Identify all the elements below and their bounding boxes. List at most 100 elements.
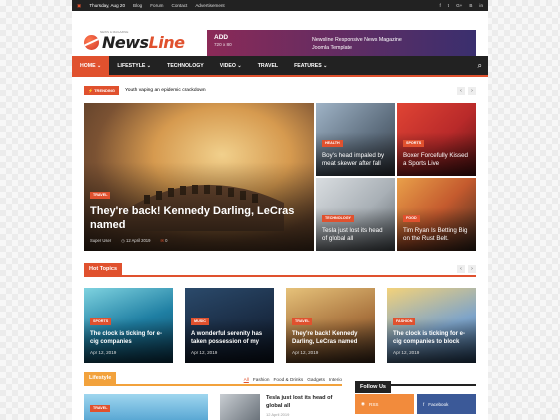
trending-headline[interactable]: Youth vaping an epidemic crackdown bbox=[125, 88, 206, 93]
follow-us-title: Follow Us bbox=[355, 381, 391, 393]
flash-icon: ⚡ bbox=[88, 88, 93, 93]
card-title[interactable]: The clock is ticking for e-cig companies… bbox=[393, 330, 470, 346]
category-badge[interactable]: SPORTS bbox=[90, 317, 112, 325]
category-badge[interactable]: TRAVEL bbox=[292, 317, 313, 325]
nav-travel[interactable]: TRAVEL bbox=[250, 56, 286, 75]
side-article-title[interactable]: Tesla just lost its head of global all bbox=[266, 394, 342, 410]
globe-icon bbox=[84, 35, 99, 50]
hot-topic-card[interactable]: SPORTS The clock is ticking for e-cig com… bbox=[84, 288, 173, 363]
topbar-link-contact[interactable]: Contact bbox=[172, 3, 188, 8]
side-article-date: 12 April 2019 bbox=[266, 412, 290, 417]
ad-text-1: Newsline Responsive News Magazine bbox=[312, 37, 402, 43]
category-badge[interactable]: TECHNOLOGY bbox=[322, 214, 355, 222]
tile-title[interactable]: Tesla just lost its head of global all bbox=[322, 227, 389, 243]
ad-text-2: Joomla Template bbox=[312, 45, 352, 51]
linkedin-icon[interactable]: in bbox=[479, 3, 483, 8]
topbar-link-forum[interactable]: Forum bbox=[150, 3, 163, 8]
follow-us-header: Follow Us bbox=[355, 375, 476, 393]
tile-title[interactable]: Tim Ryan Is Betting Big on the Rust Belt… bbox=[403, 227, 470, 243]
lifestyle-main-tile[interactable]: TRAVEL bbox=[84, 394, 208, 420]
current-date: Thursday, Aug 20 bbox=[89, 3, 126, 8]
card-date: Apr 12, 2019 bbox=[292, 350, 319, 355]
author[interactable]: Super User bbox=[90, 238, 111, 243]
facebook-icon: f bbox=[423, 401, 425, 407]
card-title[interactable]: They're back! Kennedy Darling, LeCras na… bbox=[292, 330, 369, 346]
next-arrow-icon[interactable]: › bbox=[468, 265, 476, 273]
category-badge[interactable]: FASHION bbox=[393, 317, 416, 325]
tab-gadgets[interactable]: Gadgets bbox=[307, 377, 325, 382]
rss-button[interactable]: ◉ RSS bbox=[355, 394, 414, 414]
card-date: Apr 12, 2019 bbox=[191, 350, 218, 355]
hot-topic-card[interactable]: TRAVEL They're back! Kennedy Darling, LeC… bbox=[286, 288, 375, 363]
category-badge[interactable]: HEALTH bbox=[322, 139, 343, 147]
featured-tile[interactable]: HEALTH Boy's head impaled by meat skewer … bbox=[316, 103, 395, 176]
featured-main-title[interactable]: They're back! Kennedy Darling, LeCras na… bbox=[90, 204, 308, 232]
nav-home[interactable]: HOME ⌄ bbox=[72, 56, 110, 75]
header: NewsLine NEWS & MAGAZINE ADD 720 x 80 Ne… bbox=[72, 11, 488, 60]
publish-date: ◷ 12 April 2019 bbox=[121, 238, 151, 243]
chevron-down-icon: ⌄ bbox=[97, 62, 102, 69]
prev-arrow-icon[interactable]: ‹ bbox=[457, 265, 465, 273]
tile-title[interactable]: Boy's head impaled by meat skewer after … bbox=[322, 152, 389, 168]
lifestyle-title: Lifestyle bbox=[84, 372, 117, 384]
hot-topics-title: Hot Topics bbox=[84, 263, 123, 275]
lifestyle-header: Lifestyle All Fashion Food & Drinks Gadg… bbox=[84, 372, 342, 386]
featured-grid: TRAVEL They're back! Kennedy Darling, Le… bbox=[84, 103, 476, 251]
calendar-icon: ▣ bbox=[77, 2, 82, 8]
tab-fashion[interactable]: Fashion bbox=[253, 377, 270, 382]
facebook-icon[interactable]: f bbox=[440, 3, 441, 8]
hot-topic-card[interactable]: MUSIC A wonderful serenity has taken poss… bbox=[185, 288, 274, 363]
logo-tagline: NEWS & MAGAZINE bbox=[100, 30, 129, 34]
clock-icon: ◷ bbox=[121, 238, 125, 243]
featured-tile[interactable]: SPORTS Boxer Forcefully Kissed a Sports L… bbox=[397, 103, 476, 176]
trending-label: ⚡ TRENDING bbox=[84, 86, 119, 95]
page: ▣ Thursday, Aug 20 Blog Forum Contact Ad… bbox=[72, 0, 488, 420]
category-badge[interactable]: FOOD bbox=[403, 214, 420, 222]
card-date: Apr 12, 2019 bbox=[90, 350, 117, 355]
search-icon[interactable]: ⌕ bbox=[478, 61, 482, 71]
nav-features[interactable]: FEATURES ⌄ bbox=[286, 56, 335, 75]
site-logo[interactable]: NewsLine bbox=[84, 33, 185, 52]
hot-topics-carousel: SPORTS The clock is ticking for e-cig com… bbox=[84, 288, 476, 363]
tab-all[interactable]: All bbox=[244, 377, 249, 382]
featured-tile[interactable]: FOOD Tim Ryan Is Betting Big on the Rust … bbox=[397, 178, 476, 251]
topbar-link-advertisement[interactable]: Advertisement bbox=[195, 3, 224, 8]
hot-topics-header: Hot Topics ‹ › bbox=[84, 263, 476, 277]
category-badge[interactable]: TRAVEL bbox=[90, 404, 111, 412]
prev-arrow-icon[interactable]: ‹ bbox=[457, 86, 465, 95]
category-badge[interactable]: MUSIC bbox=[191, 317, 209, 325]
nav-technology[interactable]: TECHNOLOGY bbox=[159, 56, 212, 75]
card-title[interactable]: The clock is ticking for e-cig companies bbox=[90, 330, 167, 346]
tab-food-drinks[interactable]: Food & Drinks bbox=[274, 377, 304, 382]
logo-line: Line bbox=[148, 33, 185, 52]
twitter-icon[interactable]: t bbox=[448, 3, 449, 8]
behance-icon[interactable]: B bbox=[469, 3, 472, 8]
logo-news: News bbox=[102, 33, 149, 52]
category-badge[interactable]: TRAVEL bbox=[90, 191, 111, 199]
nav-video[interactable]: VIDEO ⌄ bbox=[212, 56, 250, 75]
nav-lifestyle[interactable]: LIFESTYLE ⌄ bbox=[109, 56, 159, 75]
google-plus-icon[interactable]: G+ bbox=[456, 3, 462, 8]
category-badge[interactable]: SPORTS bbox=[403, 139, 425, 147]
chevron-down-icon: ⌄ bbox=[237, 62, 242, 69]
trending-bar: ⚡ TRENDING Youth vaping an epidemic crac… bbox=[84, 85, 476, 96]
comment-icon: ✉ bbox=[160, 238, 164, 243]
next-arrow-icon[interactable]: › bbox=[468, 86, 476, 95]
featured-tile[interactable]: TECHNOLOGY Tesla just lost its head of gl… bbox=[316, 178, 395, 251]
tab-interior[interactable]: Interio bbox=[329, 377, 342, 382]
chevron-down-icon: ⌄ bbox=[323, 62, 328, 69]
top-bar: ▣ Thursday, Aug 20 Blog Forum Contact Ad… bbox=[72, 0, 488, 11]
rss-icon: ◉ bbox=[361, 401, 366, 406]
card-date: Apr 12, 2019 bbox=[393, 350, 420, 355]
facebook-button[interactable]: f Facebook bbox=[417, 394, 476, 414]
card-title[interactable]: A wonderful serenity has taken possessio… bbox=[191, 330, 268, 346]
topbar-link-blog[interactable]: Blog bbox=[133, 3, 142, 8]
comment-count[interactable]: ✉ 0 bbox=[160, 238, 167, 243]
tile-title[interactable]: Boxer Forcefully Kissed a Sports Live bbox=[403, 152, 470, 168]
hot-topic-card[interactable]: FASHION The clock is ticking for e-cig co… bbox=[387, 288, 476, 363]
main-nav: HOME ⌄ LIFESTYLE ⌄ TECHNOLOGY VIDEO ⌄ TR… bbox=[72, 56, 488, 77]
lifestyle-side-text: Tesla just lost its head of global all 1… bbox=[266, 394, 342, 419]
lifestyle-side-thumb[interactable] bbox=[220, 394, 260, 420]
featured-main[interactable]: TRAVEL They're back! Kennedy Darling, Le… bbox=[84, 103, 314, 251]
chevron-down-icon: ⌄ bbox=[146, 62, 152, 69]
